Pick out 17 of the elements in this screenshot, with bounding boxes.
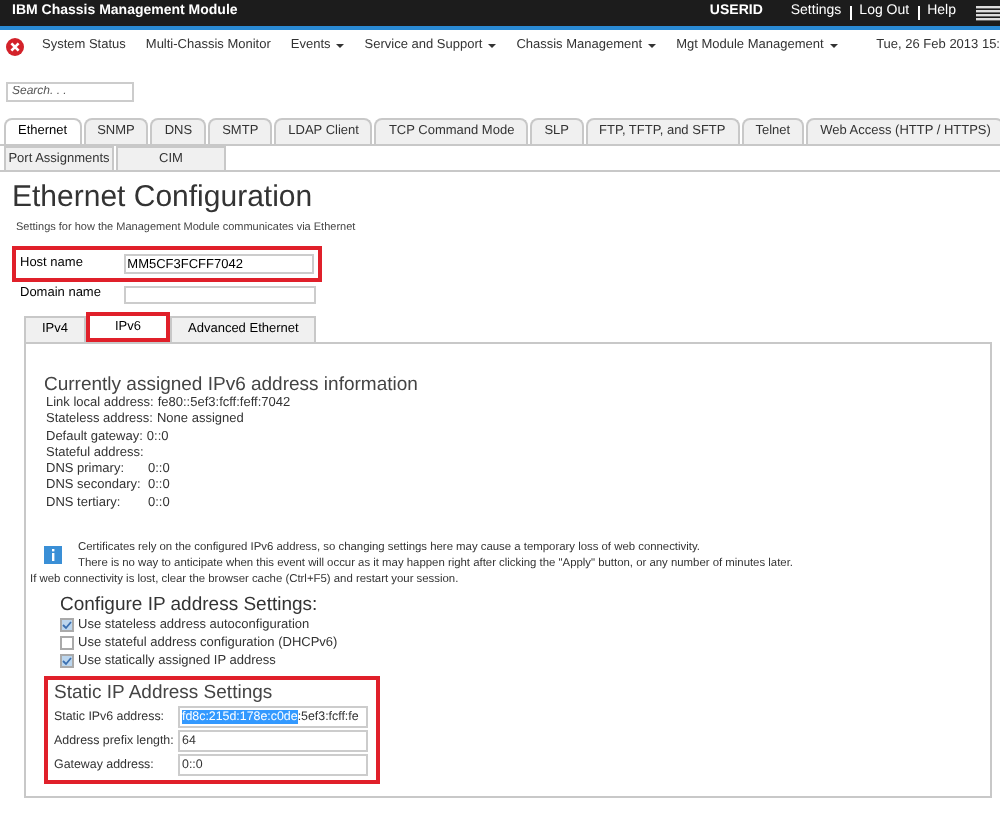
info-icon bbox=[44, 546, 62, 565]
section-title: Configure IP address Settings: bbox=[60, 594, 320, 617]
page-title: Ethernet Configuration bbox=[12, 180, 315, 216]
caret-icon bbox=[829, 44, 838, 48]
caret-icon bbox=[336, 44, 345, 48]
checkbox[interactable] bbox=[60, 654, 74, 669]
caret-icon bbox=[488, 44, 497, 48]
logo-drawing bbox=[976, 5, 1000, 21]
section-title: Static IP Address Settings bbox=[54, 682, 275, 705]
caret-icon bbox=[648, 44, 657, 48]
check-icon bbox=[62, 620, 72, 631]
error-icon bbox=[6, 37, 24, 55]
domain-name-field[interactable] bbox=[124, 285, 316, 304]
check-icon bbox=[62, 656, 72, 667]
checkbox[interactable] bbox=[60, 636, 74, 651]
section-title: Currently assigned IPv6 address information bbox=[44, 374, 420, 396]
checkbox[interactable] bbox=[60, 618, 74, 633]
